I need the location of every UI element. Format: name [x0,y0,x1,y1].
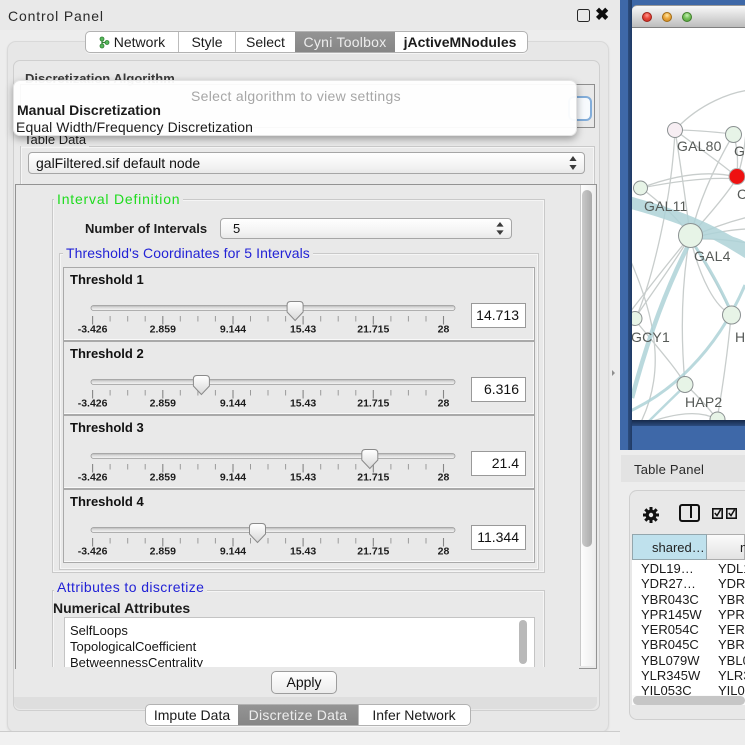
svg-text:GAL80: GAL80 [677,138,722,154]
svg-text:15.43: 15.43 [290,398,316,410]
svg-text:HAP2: HAP2 [685,394,722,410]
svg-text:GCY1: GCY1 [632,329,670,345]
svg-text:GAL4: GAL4 [694,248,731,264]
svg-text:2.859: 2.859 [150,546,176,558]
svg-text:9.144: 9.144 [220,398,246,410]
svg-text:9.144: 9.144 [220,546,246,558]
svg-text:9.144: 9.144 [220,324,246,336]
svg-text:C: C [737,186,745,202]
svg-text:21.715: 21.715 [357,472,389,484]
svg-text:2.859: 2.859 [150,398,176,410]
svg-text:-3.426: -3.426 [78,546,108,558]
svg-text:2.859: 2.859 [150,324,176,336]
svg-text:15.43: 15.43 [290,472,316,484]
svg-text:Threshold 2: Threshold 2 [70,346,144,361]
svg-text:21.715: 21.715 [357,398,389,410]
svg-text:-3.426: -3.426 [78,472,108,484]
svg-text:Threshold 1: Threshold 1 [70,272,144,287]
svg-text:28: 28 [438,546,450,558]
svg-text:Threshold 3: Threshold 3 [70,420,144,435]
svg-text:21.715: 21.715 [357,324,389,336]
svg-text:-3.426: -3.426 [78,398,108,410]
svg-text:28: 28 [438,472,450,484]
svg-text:Threshold 4: Threshold 4 [70,494,144,509]
svg-text:GAL11: GAL11 [644,198,688,214]
svg-text:28: 28 [438,324,450,336]
svg-text:15.43: 15.43 [290,324,316,336]
svg-text:H: H [735,329,745,345]
svg-text:2.859: 2.859 [150,472,176,484]
svg-text:9.144: 9.144 [220,472,246,484]
svg-text:21.715: 21.715 [357,546,389,558]
svg-text:-3.426: -3.426 [78,324,108,336]
svg-text:15.43: 15.43 [290,546,316,558]
svg-text:G.: G. [734,143,745,159]
svg-text:28: 28 [438,398,450,410]
